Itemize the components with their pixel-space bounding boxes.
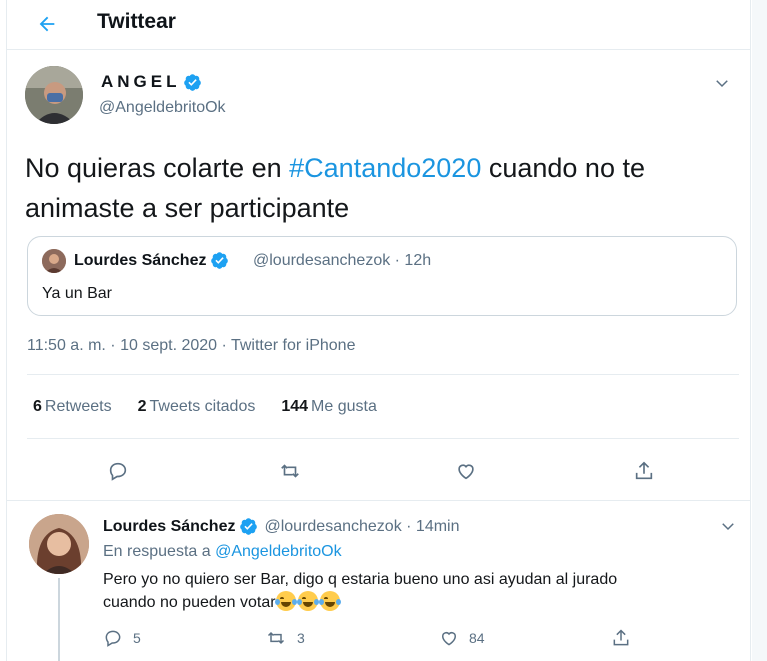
- page-header: Twittear: [7, 0, 750, 50]
- retweets-count: 6: [33, 398, 42, 415]
- tweet-text: No quieras colarte en #Cantando2020 cuan…: [25, 148, 725, 228]
- reply-text: Pero yo no quiero ser Bar, digo q estari…: [103, 569, 713, 614]
- author-name-text: ANGEL: [101, 72, 181, 91]
- share-button[interactable]: [629, 456, 659, 486]
- chevron-down-icon: [716, 80, 728, 88]
- reply-retweet-button[interactable]: 3: [265, 626, 305, 650]
- likes-label: Me gusta: [311, 398, 377, 415]
- tweet-text-before: No quieras colarte en: [25, 153, 290, 183]
- thread-line: [58, 578, 60, 661]
- quoted-meta: @lourdesanchezok · 12h: [253, 252, 432, 269]
- retweets-stat[interactable]: 6 Retweets: [33, 398, 112, 416]
- reply-author-name[interactable]: Lourdes Sánchez: [103, 518, 235, 536]
- divider: [27, 438, 739, 439]
- reply-share-button[interactable]: [611, 626, 631, 650]
- retweet-icon: [281, 464, 299, 478]
- tears-of-joy-emoji: [296, 591, 319, 611]
- share-icon: [635, 461, 653, 480]
- reply-text-line2: cuando no pueden votar: [103, 594, 276, 611]
- back-arrow-icon: [39, 16, 55, 32]
- retweet-icon: [267, 631, 285, 645]
- page-title: Twittear: [97, 10, 176, 33]
- reply-retweets-count: 3: [297, 630, 305, 646]
- like-button[interactable]: [451, 456, 481, 486]
- quotes-count: 2: [137, 398, 147, 415]
- replying-prefix: En respuesta a: [103, 543, 216, 560]
- quoted-avatar: [42, 249, 66, 273]
- like-icon: [458, 464, 474, 480]
- author-name[interactable]: ANGEL: [101, 72, 202, 92]
- replying-to: En respuesta a @AngeldebritoOk: [103, 543, 342, 561]
- quotes-label: Tweets citados: [149, 398, 256, 415]
- reply-header: Lourdes Sánchez @lourdesanchezok · 14min: [103, 517, 460, 536]
- reply-avatar-image: [29, 514, 89, 574]
- reply-text-line2-wrap: cuando no pueden votar: [103, 591, 713, 614]
- verified-badge-icon: [211, 252, 229, 269]
- chevron-down-icon: [722, 523, 734, 531]
- share-icon: [613, 629, 629, 646]
- tears-of-joy-emoji: [318, 591, 341, 611]
- reply-reply-button[interactable]: 5: [103, 626, 141, 650]
- avatar[interactable]: [25, 66, 83, 124]
- divider: [27, 374, 739, 375]
- reply-replies-count: 5: [133, 630, 141, 646]
- tears-of-joy-emoji: [274, 591, 297, 611]
- replying-mention-link[interactable]: @AngeldebritoOk: [215, 543, 342, 560]
- reply-options-button[interactable]: [715, 513, 741, 539]
- tweet-timestamp[interactable]: 11:50 a. m. · 10 sept. 2020 · Twitter fo…: [27, 337, 355, 355]
- likes-stat[interactable]: 144 Me gusta: [281, 398, 377, 416]
- reply-icon: [105, 630, 121, 647]
- like-icon: [442, 632, 456, 646]
- hashtag-link[interactable]: #Cantando2020: [289, 153, 481, 183]
- reply-button[interactable]: [103, 456, 133, 486]
- reply-avatar[interactable]: [29, 514, 89, 574]
- tweet-page: Twittear ANGEL @AngeldebritoOk No quiera…: [6, 0, 751, 661]
- quoted-author-name: Lourdes Sánchez: [74, 251, 229, 270]
- divider: [7, 500, 750, 501]
- tweet-options-button[interactable]: [709, 70, 735, 96]
- page-scroll-gutter: [752, 0, 767, 661]
- reply-meta[interactable]: @lourdesanchezok · 14min: [264, 518, 459, 536]
- back-button[interactable]: [29, 6, 65, 42]
- author-handle[interactable]: @AngeldebritoOk: [99, 99, 226, 117]
- quoted-text: Ya un Bar: [42, 285, 112, 302]
- reply-likes-count: 84: [469, 630, 485, 646]
- verified-badge-icon: [240, 518, 258, 535]
- quotes-stat[interactable]: 2 Tweets citados: [138, 398, 256, 416]
- quoted-tweet[interactable]: Lourdes Sánchez @lourdesanchezok · 12h Y…: [27, 236, 737, 316]
- retweet-button[interactable]: [275, 456, 305, 486]
- likes-count: 144: [281, 398, 309, 415]
- reply-like-button[interactable]: 84: [439, 626, 485, 650]
- tweet-stats: 6 Retweets 2 Tweets citados 144 Me gusta: [33, 398, 377, 416]
- reply-text-line1: Pero yo no quiero ser Bar, digo q estari…: [103, 571, 618, 588]
- retweets-label: Retweets: [44, 398, 112, 415]
- quoted-author-name-text: Lourdes Sánchez: [74, 251, 207, 269]
- reply-icon: [109, 462, 127, 481]
- author-avatar-image: [25, 66, 83, 124]
- verified-badge-icon: [183, 73, 201, 91]
